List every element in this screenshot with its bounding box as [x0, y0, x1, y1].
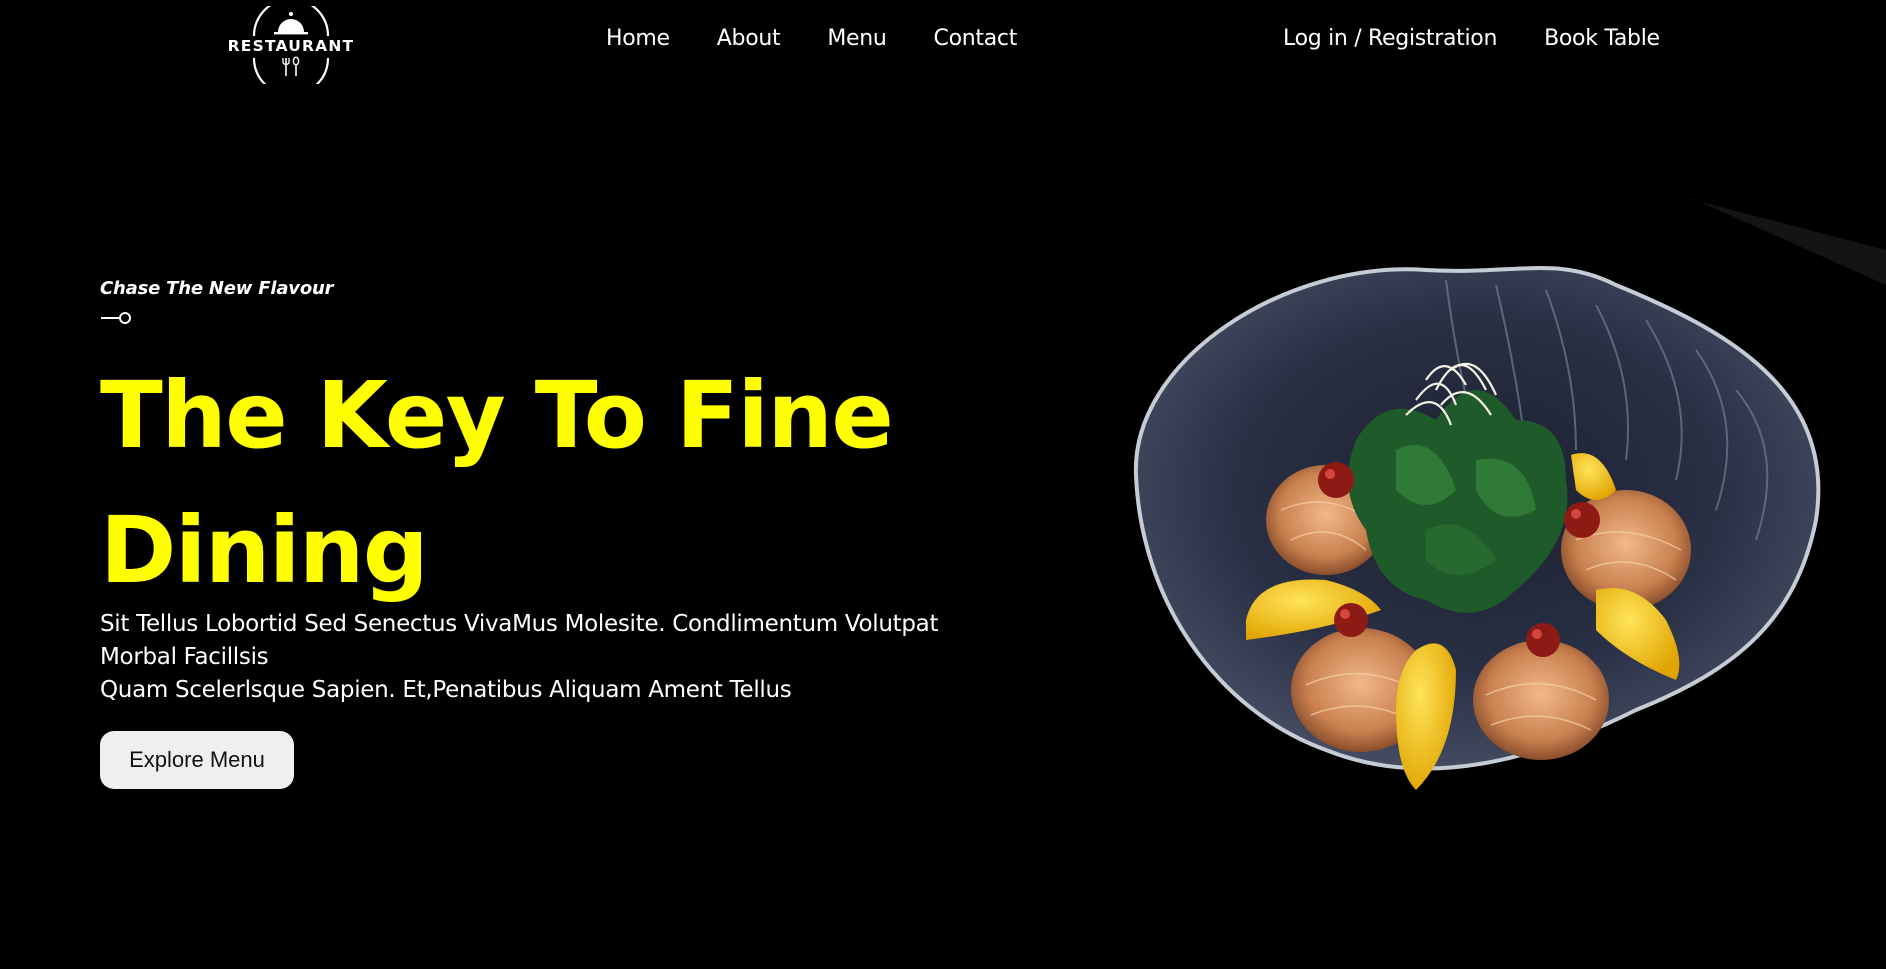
main-nav: Home About Menu Contact	[606, 24, 1017, 54]
book-table-link[interactable]: Book Table	[1544, 24, 1660, 54]
nav-contact-link[interactable]: Contact	[934, 24, 1018, 54]
account-nav: Log in / Registration Book Table	[1283, 24, 1660, 54]
nav-home-link[interactable]: Home	[606, 24, 670, 54]
hero-description-line: Sit Tellus Lobortid Sed Senectus VivaMus…	[100, 611, 939, 670]
login-registration-link[interactable]: Log in / Registration	[1283, 24, 1497, 54]
hero-description-line: Quam Scelerlsque Sapien. Et,Penatibus Al…	[100, 677, 792, 703]
nav-about-link[interactable]: About	[717, 24, 781, 54]
nav-menu-link[interactable]: Menu	[827, 24, 887, 54]
restaurant-logo[interactable]: RESTAURANT	[226, 6, 356, 84]
explore-menu-button[interactable]: Explore Menu	[100, 731, 294, 789]
hero-headline: The Key To Fine Dining	[100, 362, 894, 604]
hero-description: Sit Tellus Lobortid Sed Senectus VivaMus…	[100, 608, 980, 707]
cloche-fork-spoon-icon: RESTAURANT	[228, 6, 355, 84]
plated-dish-image	[1096, 190, 1886, 870]
page: RESTAURANT Home About Menu Contact Log i…	[0, 0, 1886, 969]
key-icon	[100, 308, 134, 328]
logo-text: RESTAURANT	[228, 37, 355, 55]
hero-tagline: Chase The New Flavour	[100, 278, 334, 299]
